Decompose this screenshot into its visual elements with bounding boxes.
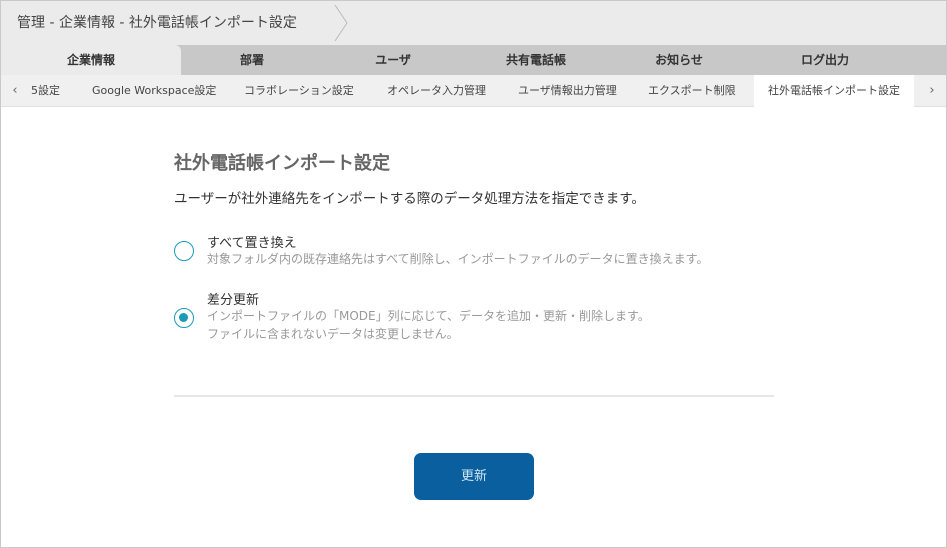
settings-panel: 社外電話帳インポート設定 ユーザーが社外連絡先をインポートする際のデータ処理方法… xyxy=(174,149,774,341)
tab-notices[interactable]: お知らせ xyxy=(609,45,749,75)
window: 管理 - 企業情報 - 社外電話帳インポート設定 企業情報 部署 ユーザ 共有電… xyxy=(0,0,947,548)
tab-departments[interactable]: 部署 xyxy=(181,45,323,75)
main-tabs: 企業情報 部署 ユーザ 共有電話帳 お知らせ ログ出力 xyxy=(1,45,946,75)
option-description: 対象フォルダ内の既存連絡先はすべて削除し、インポートファイルのデータに置き換えま… xyxy=(207,252,709,266)
subtab-settings[interactable]: 5設定 xyxy=(31,75,60,107)
scroll-right-icon[interactable]: › xyxy=(918,75,946,107)
tab-users[interactable]: ユーザ xyxy=(323,45,463,75)
scroll-left-icon[interactable]: ‹ xyxy=(1,75,29,107)
breadcrumb: 管理 - 企業情報 - 社外電話帳インポート設定 xyxy=(17,15,297,31)
subtab-external-phonebook-import[interactable]: 社外電話帳インポート設定 xyxy=(754,75,914,107)
option-label: 差分更新 xyxy=(207,293,260,308)
radio-replace-all[interactable] xyxy=(174,241,194,261)
subtab-user-info-output[interactable]: ユーザ情報出力管理 xyxy=(518,75,617,107)
option-description-line: インポートファイルの「MODE」列に応じて、データを追加・更新・削除します。 xyxy=(207,309,650,323)
header: 管理 - 企業情報 - 社外電話帳インポート設定 xyxy=(1,1,946,45)
update-button[interactable]: 更新 xyxy=(414,453,534,500)
tab-company-info[interactable]: 企業情報 xyxy=(1,45,181,75)
sub-tabs: ‹ 5設定 Google Workspace設定 コラボレーション設定 オペレー… xyxy=(1,75,946,107)
divider xyxy=(174,395,774,397)
page-description: ユーザーが社外連絡先をインポートする際のデータ処理方法を指定できます。 xyxy=(174,191,645,207)
option-description: インポートファイルの「MODE」列に応じて、データを追加・更新・削除します。 ファ… xyxy=(207,307,650,343)
radio-diff-update[interactable] xyxy=(174,308,194,328)
tab-log-output[interactable]: ログ出力 xyxy=(749,45,901,75)
subtab-collaboration[interactable]: コラボレーション設定 xyxy=(244,75,354,107)
subtab-operator-input[interactable]: オペレータ入力管理 xyxy=(387,75,486,107)
subtab-google-workspace[interactable]: Google Workspace設定 xyxy=(92,75,216,107)
breadcrumb-chevron-icon xyxy=(334,4,348,42)
option-description-line: ファイルに含まれないデータは変更しません。 xyxy=(207,327,459,341)
tab-shared-phonebook[interactable]: 共有電話帳 xyxy=(463,45,609,75)
subtab-export-limit[interactable]: エクスポート制限 xyxy=(648,75,736,107)
page-title: 社外電話帳インポート設定 xyxy=(174,153,390,174)
option-label: すべて置き換え xyxy=(207,236,297,251)
